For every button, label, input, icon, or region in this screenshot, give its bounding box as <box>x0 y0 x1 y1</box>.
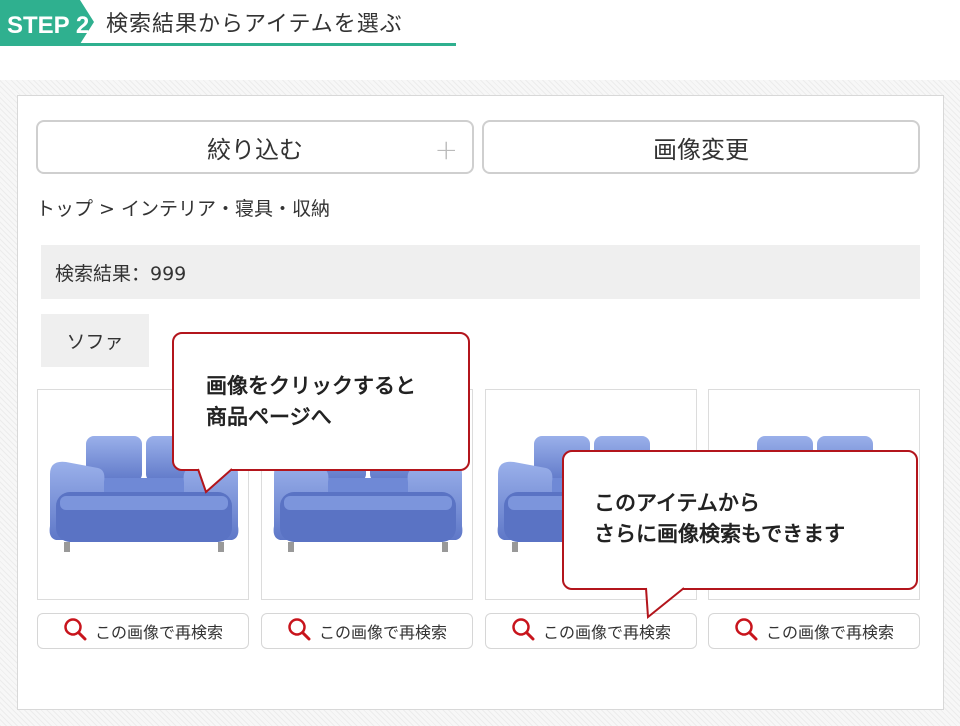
search-icon <box>63 617 87 645</box>
callout-research-line1: このアイテムから <box>594 491 760 515</box>
change-image-button[interactable]: 画像変更 <box>482 120 920 174</box>
breadcrumb[interactable]: トップ > インテリア・寝具・収納 <box>36 194 330 221</box>
callout-image-click: 画像をクリックすると 商品ページへ <box>172 332 470 471</box>
research-label: この画像で再検索 <box>94 623 223 642</box>
callout-research: このアイテムから さらに画像検索もできます <box>562 450 918 590</box>
callout-research-tail <box>645 587 685 619</box>
callout-image-click-line2: 商品ページへ <box>206 405 332 429</box>
step-header: STEP 2 検索結果からアイテムを選ぶ <box>0 0 960 50</box>
step-title: 検索結果からアイテムを選ぶ <box>106 12 403 37</box>
research-label: この画像で再検索 <box>318 623 447 642</box>
narrow-down-button[interactable]: 絞り込む + <box>36 120 474 174</box>
plus-icon: + <box>434 133 458 166</box>
callout-image-click-line1: 画像をクリックすると <box>206 374 416 398</box>
search-icon <box>287 617 311 645</box>
result-count-bar: 検索結果：999 <box>41 245 920 299</box>
result-count: 検索結果：999 <box>55 262 187 285</box>
research-label: この画像で再検索 <box>542 623 671 642</box>
step-badge-text: STEP 2 <box>7 12 89 39</box>
search-icon <box>734 617 758 645</box>
research-button[interactable]: この画像で再検索 <box>37 613 249 649</box>
step-underline <box>0 43 456 46</box>
search-icon <box>511 617 535 645</box>
narrow-down-label: 絞り込む <box>207 135 303 164</box>
category-tag[interactable]: ソファ <box>41 314 149 367</box>
research-button[interactable]: この画像で再検索 <box>708 613 920 649</box>
callout-image-click-tail <box>197 468 233 494</box>
callout-research-line2: さらに画像検索もできます <box>594 522 846 546</box>
category-tag-label: ソファ <box>66 331 124 353</box>
research-button[interactable]: この画像で再検索 <box>261 613 473 649</box>
research-label: この画像で再検索 <box>765 623 894 642</box>
step-badge: STEP 2 <box>0 0 96 48</box>
change-image-label: 画像変更 <box>653 135 749 164</box>
